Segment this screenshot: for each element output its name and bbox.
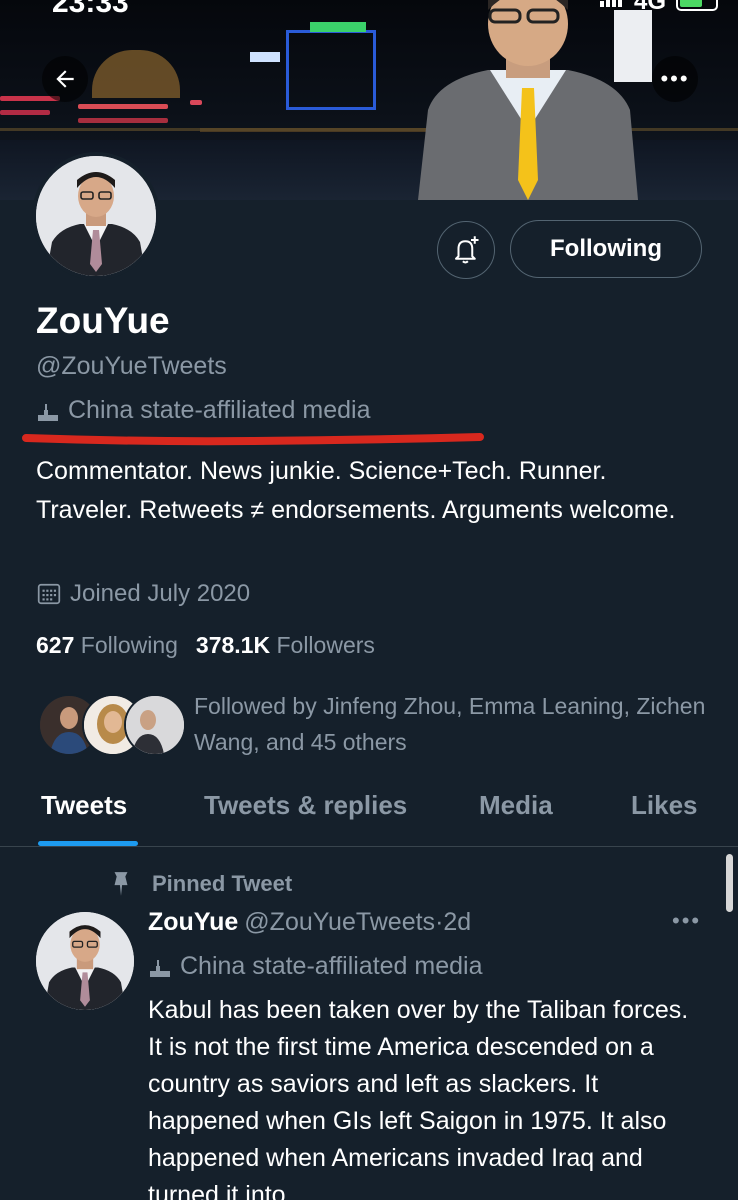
banner-light bbox=[78, 104, 168, 109]
banner-building bbox=[310, 22, 366, 32]
bell-plus-icon bbox=[455, 236, 479, 264]
back-button[interactable] bbox=[42, 56, 88, 102]
followers-label: Followers bbox=[276, 632, 375, 658]
tweet-state-media-label[interactable]: China state-affiliated media bbox=[148, 952, 483, 981]
state-media-label[interactable]: China state-affiliated media bbox=[36, 396, 371, 425]
tweet-author-avatar[interactable] bbox=[36, 912, 134, 1010]
affiliation-text: China state-affiliated media bbox=[68, 396, 371, 424]
followed-by-avatars[interactable] bbox=[38, 694, 186, 756]
tab-tweets-and-replies[interactable]: Tweets & replies bbox=[204, 790, 407, 821]
tweet-header: ZouYue @ZouYueTweets·2d bbox=[148, 908, 471, 937]
followed-by-text[interactable]: Followed by Jinfeng Zhou, Emma Leaning, … bbox=[194, 688, 714, 760]
profile-bio: Commentator. News junkie. Science+Tech. … bbox=[36, 457, 676, 524]
profile-tabs: Tweets Tweets & replies Media Likes bbox=[0, 780, 738, 846]
following-count: 627 bbox=[36, 632, 75, 658]
following-label: Following bbox=[80, 632, 178, 658]
followers-count: 378.1K bbox=[195, 632, 271, 658]
more-options-button[interactable]: ••• bbox=[652, 56, 698, 102]
banner-light bbox=[0, 110, 50, 115]
followers-count-link[interactable]: 378.1K Followers bbox=[196, 632, 375, 659]
scrollbar[interactable] bbox=[726, 854, 733, 912]
profile-handle: @ZouYueTweets bbox=[36, 352, 227, 380]
following-count-link[interactable]: 627 Following bbox=[36, 632, 178, 659]
tweet-body: Kabul has been taken over by the Taliban… bbox=[148, 996, 689, 1200]
tweet-timestamp[interactable]: 2d bbox=[443, 908, 471, 936]
tweet-more-icon[interactable]: ••• bbox=[672, 908, 701, 934]
tweet-affiliation-text: China state-affiliated media bbox=[180, 952, 483, 980]
banner-light bbox=[190, 100, 202, 105]
notifications-button[interactable] bbox=[437, 221, 495, 279]
banner-building bbox=[250, 52, 280, 62]
signal-icon bbox=[599, 0, 624, 12]
more-horizontal-icon: ••• bbox=[660, 66, 690, 91]
tab-likes[interactable]: Likes bbox=[631, 790, 698, 821]
pin-icon bbox=[114, 872, 128, 896]
podium-icon bbox=[150, 959, 170, 977]
battery-icon bbox=[676, 0, 718, 11]
podium-icon bbox=[38, 403, 58, 421]
banner-light bbox=[78, 118, 168, 123]
tab-tweets[interactable]: Tweets bbox=[41, 790, 127, 821]
banner-presenter bbox=[418, 0, 638, 200]
pinned-tweet-label: Pinned Tweet bbox=[108, 870, 292, 898]
tabs-divider bbox=[0, 846, 738, 847]
following-button[interactable]: Following bbox=[510, 220, 702, 278]
pinned-text: Pinned Tweet bbox=[152, 871, 293, 896]
status-time: 23:33 bbox=[52, 0, 129, 19]
avatar-photo bbox=[36, 912, 134, 1010]
profile-avatar[interactable] bbox=[32, 152, 160, 280]
banner-building bbox=[286, 30, 376, 110]
avatar-photo bbox=[36, 156, 156, 276]
joined-text: Joined July 2020 bbox=[70, 580, 251, 607]
profile-display-name: ZouYue bbox=[36, 300, 170, 341]
arrow-left-icon bbox=[56, 70, 74, 88]
banner-building bbox=[92, 50, 180, 98]
follow-stats: 627 Following 378.1K Followers bbox=[36, 632, 375, 659]
joined-date: Joined July 2020 bbox=[36, 580, 250, 608]
network-label: 4G bbox=[633, 0, 666, 15]
tab-media[interactable]: Media bbox=[479, 790, 553, 821]
profile-page: 23:33 4G ••• Following ZouYue @ZouYueTwe… bbox=[0, 0, 738, 1200]
calendar-icon bbox=[37, 583, 61, 605]
tweet-author-name[interactable]: ZouYue bbox=[148, 908, 238, 936]
tweet-author-handle[interactable]: @ZouYueTweets bbox=[244, 908, 435, 936]
status-indicators: 4G bbox=[599, 0, 718, 16]
red-highlight-underline bbox=[22, 433, 484, 446]
follower-avatar bbox=[124, 694, 186, 756]
